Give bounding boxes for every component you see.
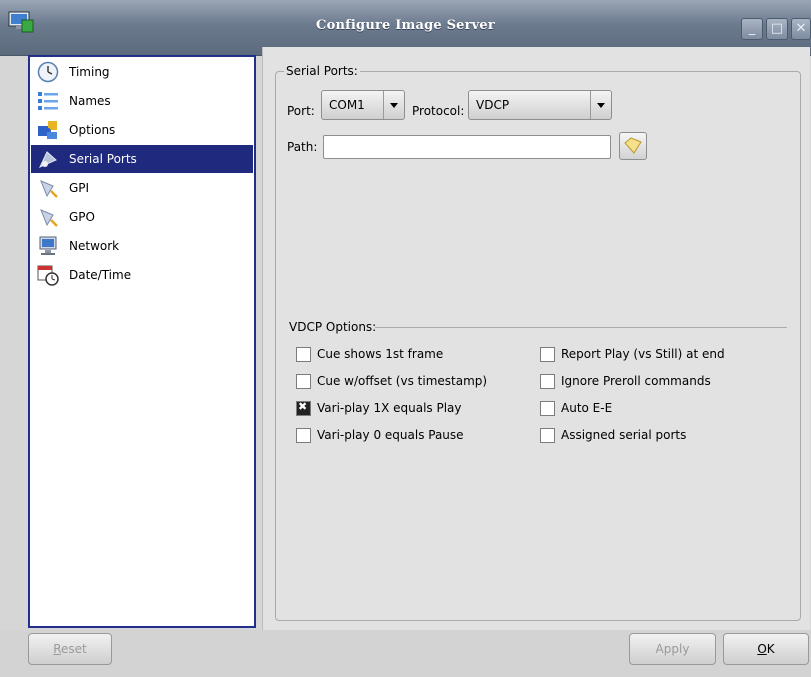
sidebar-item-timing[interactable]: Timing — [31, 58, 253, 86]
sidebar-item-serial-ports[interactable]: Serial Ports — [31, 145, 253, 173]
option-label: Auto E-E — [561, 401, 613, 415]
chevron-down-icon[interactable] — [590, 91, 611, 119]
ok-label: K — [766, 642, 775, 656]
reset-mnemonic: R — [53, 642, 62, 656]
sidebar-item-label: Timing — [69, 65, 110, 79]
vdcp-options-legend: VDCP Options: — [287, 320, 379, 334]
gpi-icon — [40, 180, 58, 198]
ok-button[interactable]: OK — [723, 633, 809, 665]
clock-icon — [37, 61, 59, 83]
checkbox[interactable] — [296, 347, 311, 362]
port-label: Port: — [287, 104, 315, 118]
sidebar-item-label: GPI — [69, 181, 90, 195]
path-label: Path: — [287, 140, 318, 154]
category-list[interactable]: Timing Names Options Serial Ports GPI GP… — [28, 55, 256, 628]
checkbox[interactable] — [296, 428, 311, 443]
protocol-value: VDCP — [476, 98, 510, 112]
window-title: Configure Image Server — [316, 18, 495, 33]
option-label: Vari-play 1X equals Play — [317, 401, 462, 415]
option-label: Cue w/offset (vs timestamp) — [317, 374, 488, 388]
checkbox[interactable] — [296, 374, 311, 389]
option-label: Assigned serial ports — [561, 428, 687, 442]
gpo-icon — [40, 209, 58, 227]
ok-mnemonic: O — [757, 642, 767, 656]
protocol-label: Protocol: — [412, 104, 465, 118]
sidebar-item-gpo[interactable]: GPO — [31, 203, 253, 231]
sidebar-item-label: GPO — [69, 210, 95, 224]
vdcp-options-separator — [375, 327, 787, 328]
configure-image-server-window: Configure Image Server _ □ ✕ Timing Name… — [0, 0, 811, 677]
sidebar-item-label: Network — [69, 239, 120, 253]
sidebar-item-gpi[interactable]: GPI — [31, 174, 253, 202]
path-input[interactable] — [323, 135, 611, 159]
checkbox[interactable] — [540, 347, 555, 362]
protocol-select[interactable]: VDCP — [468, 90, 612, 120]
sidebar-item-date-time[interactable]: Date/Time — [31, 261, 253, 289]
minimize-button[interactable]: _ — [741, 18, 763, 40]
close-button[interactable]: ✕ — [791, 18, 811, 40]
list-icon — [38, 92, 58, 110]
checkbox[interactable] — [540, 374, 555, 389]
sidebar-item-label: Date/Time — [69, 268, 132, 282]
sidebar-item-options[interactable]: Options — [31, 116, 253, 144]
checkbox[interactable] — [540, 428, 555, 443]
checkbox-checked[interactable] — [296, 400, 311, 416]
port-select[interactable]: COM1 — [321, 90, 405, 120]
puzzle-icon — [38, 121, 57, 139]
sidebar-item-label: Names — [69, 94, 111, 108]
browse-button[interactable] — [619, 132, 647, 160]
sidebar-item-names[interactable]: Names — [31, 87, 253, 115]
option-label: Vari-play 0 equals Pause — [317, 428, 464, 442]
network-icon — [39, 236, 57, 255]
option-label: Cue shows 1st frame — [317, 347, 444, 361]
settings-panel: Serial Ports: Port: COM1 Protocol: VDCP … — [262, 47, 810, 630]
serial-ports-icon — [38, 151, 57, 168]
checkbox[interactable] — [540, 401, 555, 416]
option-label: Ignore Preroll commands — [561, 374, 711, 388]
reset-label: eset — [61, 642, 87, 656]
apply-button[interactable]: Apply — [629, 633, 716, 665]
calendar-clock-icon — [37, 265, 59, 286]
maximize-button[interactable]: □ — [766, 18, 788, 40]
option-label: Report Play (vs Still) at end — [561, 347, 725, 361]
sidebar-item-label: Serial Ports — [69, 152, 137, 166]
chevron-down-icon[interactable] — [383, 91, 404, 119]
reset-button[interactable]: Reset — [28, 633, 112, 665]
port-value: COM1 — [329, 98, 365, 112]
sidebar-item-network[interactable]: Network — [31, 232, 253, 260]
sidebar-item-label: Options — [69, 123, 116, 137]
serial-ports-legend: Serial Ports: — [284, 64, 360, 78]
folder-icon — [624, 137, 642, 154]
